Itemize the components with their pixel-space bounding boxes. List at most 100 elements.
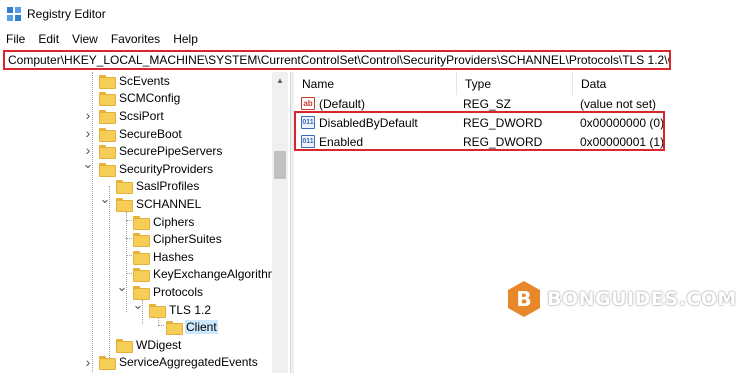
tree-node-label: ScEvents (119, 73, 170, 88)
column-header-name[interactable]: Name (294, 72, 457, 95)
chevron-right-icon[interactable]: › (83, 354, 93, 370)
folder-icon (99, 162, 116, 177)
tree-node-label: Protocols (153, 284, 204, 299)
tree-node[interactable]: › ServiceAggregatedEvents (86, 354, 259, 372)
tree-node[interactable]: Client (166, 318, 218, 336)
menu-view[interactable]: View (72, 32, 98, 46)
column-header-type[interactable]: Type (457, 72, 573, 95)
folder-icon (133, 215, 150, 230)
tree-connector-line (158, 325, 164, 326)
tree-node-label: KeyExchangeAlgorithm (153, 267, 278, 282)
registry-tree: ScEvents SCMConfig › ScsiPort › SecureBoot › Se… (0, 72, 288, 373)
value-row-enabled[interactable]: 011 Enabled REG_DWORD 0x00000001 (1) (294, 132, 750, 151)
tree-node[interactable]: KeyExchangeAlgorithm (133, 266, 279, 284)
chevron-down-icon[interactable]: ⌄ (100, 191, 111, 206)
value-name: Enabled (319, 134, 364, 149)
chevron-right-icon[interactable]: › (83, 107, 93, 123)
menu-file[interactable]: File (6, 32, 25, 46)
folder-icon (99, 109, 116, 124)
tree-node[interactable]: WDigest (116, 336, 182, 354)
tree-node[interactable]: ⌄ SCHANNEL (100, 191, 202, 213)
tree-node-label: SecurityProviders (119, 161, 214, 176)
window-title: Registry Editor (27, 7, 106, 21)
menu-favorites[interactable]: Favorites (111, 32, 160, 46)
folder-icon (133, 250, 150, 265)
folder-icon (149, 303, 166, 318)
tree-node-label: SecureBoot (119, 126, 182, 141)
tree-node[interactable]: › SecureBoot (86, 125, 183, 143)
tree-node-label: CipherSuites (153, 232, 222, 247)
tree-node[interactable]: SCMConfig (99, 90, 181, 108)
chevron-right-icon[interactable]: › (83, 142, 93, 158)
address-path: Computer\HKEY_LOCAL_MACHINE\SYSTEM\Curre… (8, 53, 671, 67)
chevron-down-icon[interactable]: ⌄ (83, 156, 94, 171)
chevron-down-icon[interactable]: ⌄ (117, 279, 128, 294)
scroll-up-icon[interactable]: ▲ (272, 72, 288, 88)
tree-node[interactable]: ⌄ TLS 1.2 (133, 297, 212, 319)
dword-value-icon: 011 (301, 135, 315, 148)
tree-node-label: ServiceAggregatedEvents (119, 355, 258, 370)
tree-node[interactable]: CipherSuites (133, 230, 223, 248)
tree-node-label: TLS 1.2 (169, 302, 212, 317)
title-bar: Registry Editor (0, 0, 750, 28)
tree-node-label: Client (185, 320, 218, 335)
values-list: Name Type Data ab (Default) REG_SZ (valu… (294, 72, 750, 373)
value-data: (value not set) (580, 96, 657, 111)
folder-icon (99, 74, 116, 89)
tree-node-label: ScsiPort (119, 108, 164, 123)
menu-bar: File Edit View Favorites Help (0, 29, 750, 49)
column-header-data[interactable]: Data (573, 72, 750, 95)
value-name: DisabledByDefault (319, 115, 418, 130)
menu-edit[interactable]: Edit (38, 32, 59, 46)
tree-node[interactable]: ScEvents (99, 72, 171, 90)
tree-node[interactable]: ⌄ SecurityProviders (83, 156, 214, 178)
tree-node-label: SecurePipeServers (119, 144, 223, 159)
bonguides-logo-icon: B (508, 281, 540, 317)
address-bar[interactable]: Computer\HKEY_LOCAL_MACHINE\SYSTEM\Curre… (3, 50, 671, 70)
tree-scroll-thumb[interactable] (274, 151, 286, 179)
value-type: REG_DWORD (463, 134, 543, 149)
tree-scrollbar[interactable]: ▲ (272, 72, 288, 373)
folder-icon (99, 145, 116, 160)
folder-icon (133, 233, 150, 248)
chevron-right-icon[interactable]: › (83, 125, 93, 141)
tree-node[interactable]: › ScsiPort (86, 107, 165, 125)
chevron-down-icon[interactable]: ⌄ (133, 297, 144, 312)
folder-icon (116, 338, 133, 353)
column-data-label: Data (581, 76, 607, 91)
tree-node-label: SaslProfiles (136, 179, 200, 194)
tree-node-label: Ciphers (153, 214, 195, 229)
tree-node[interactable]: ⌄ Protocols (117, 279, 204, 301)
tree-node-label: SCHANNEL (136, 196, 202, 211)
value-name: (Default) (319, 96, 366, 111)
tree-node[interactable]: Hashes (133, 248, 195, 266)
menu-help[interactable]: Help (173, 32, 198, 46)
dword-value-icon: 011 (301, 116, 315, 129)
column-name-label: Name (302, 76, 335, 91)
value-type: REG_DWORD (463, 115, 543, 130)
folder-icon (116, 197, 133, 212)
folder-icon (99, 356, 116, 371)
tree-node-label: SCMConfig (119, 91, 181, 106)
folder-icon (99, 92, 116, 107)
watermark: B BONGUIDES.COM (508, 281, 737, 317)
tree-connector-line (109, 186, 110, 358)
folder-icon (99, 127, 116, 142)
value-row-default[interactable]: ab (Default) REG_SZ (value not set) (294, 94, 750, 113)
watermark-text: BONGUIDES.COM (547, 288, 737, 310)
tree-node-label: WDigest (136, 337, 182, 352)
tree-node[interactable]: SaslProfiles (116, 178, 200, 196)
folder-icon (116, 180, 133, 195)
tree-connector-line (126, 212, 127, 312)
value-data: 0x00000000 (0) (580, 115, 665, 130)
tree-node-label: Hashes (153, 249, 194, 264)
value-row-disabledbydefault[interactable]: 011 DisabledByDefault REG_DWORD 0x000000… (294, 113, 750, 132)
registry-editor-icon (7, 7, 21, 21)
folder-icon (166, 321, 183, 336)
string-value-icon: ab (301, 97, 315, 110)
tree-node[interactable]: Ciphers (133, 213, 195, 231)
value-data: 0x00000001 (1) (580, 134, 665, 149)
tree-node[interactable]: › SecurePipeServers (86, 142, 223, 160)
value-type: REG_SZ (463, 96, 512, 111)
folder-icon (133, 268, 150, 283)
